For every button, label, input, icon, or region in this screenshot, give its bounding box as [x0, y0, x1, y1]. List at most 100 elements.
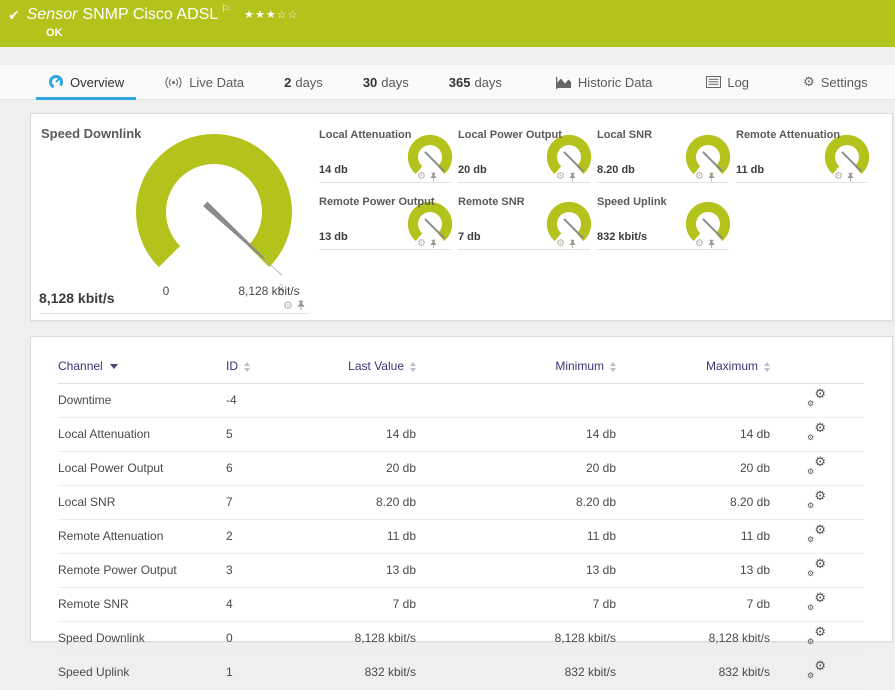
channel-gauge-title: Remote SNR — [458, 196, 525, 208]
divider — [458, 182, 590, 183]
tab-label: days — [474, 74, 502, 90]
mini-gauge-tile[interactable]: Local Attenuation 14 db ⚙ — [319, 125, 458, 191]
channel-gauge-title: Local Attenuation — [319, 129, 412, 141]
channel-id: 6 — [226, 451, 304, 486]
column-header-last-value[interactable]: Last Value — [304, 355, 416, 384]
channel-maximum: 832 kbit/s — [616, 655, 770, 690]
channel-gauge-value: 7 db — [458, 231, 481, 243]
channel-table: Channel ID Last Value Minimum Maximum Do… — [58, 355, 864, 690]
tab-historic-data[interactable]: Historic Data — [544, 65, 664, 99]
pin-icon[interactable] — [569, 172, 576, 182]
gear-icon[interactable]: ⚙ — [417, 172, 426, 182]
mini-gauge-tile[interactable]: Remote Power Output 13 db ⚙ — [319, 192, 458, 258]
table-row[interactable]: Downtime -4 ⚙ ⚙ — [58, 383, 864, 418]
edit-channel-icon[interactable]: ⚙ ⚙ — [807, 523, 826, 544]
tab-30-days[interactable]: 30 days — [351, 65, 421, 99]
mini-gauge-tile[interactable]: Local SNR 8.20 db ⚙ — [597, 125, 736, 191]
channel-gauge-value: 8.20 db — [597, 164, 635, 176]
main-gauge-title: Speed Downlink — [41, 126, 142, 141]
gauge-icon — [49, 75, 63, 89]
channel-maximum — [616, 383, 770, 418]
pin-icon[interactable] — [708, 172, 715, 182]
mini-gauge-tile[interactable]: Remote Attenuation 11 db ⚙ — [736, 125, 875, 191]
sort-icon — [410, 361, 416, 372]
edit-channel-icon[interactable]: ⚙ ⚙ — [807, 387, 826, 408]
gear-icon[interactable]: ⚙ — [283, 300, 293, 311]
table-row[interactable]: Local SNR 7 8.20 db 8.20 db 8.20 db ⚙ ⚙ — [58, 485, 864, 520]
pin-icon[interactable] — [430, 239, 437, 249]
table-row[interactable]: Remote Power Output 3 13 db 13 db 13 db … — [58, 553, 864, 588]
channel-minimum: 7 db — [416, 587, 616, 622]
channel-maximum: 11 db — [616, 519, 770, 554]
tab-log[interactable]: Log — [694, 65, 761, 99]
channel-gauge-value: 13 db — [319, 231, 348, 243]
main-gauge-tile[interactable]: Speed Downlink x̄ 0 8,128 kbit/s 8,128 k… — [31, 114, 319, 320]
gear-icon[interactable]: ⚙ — [556, 239, 565, 249]
edit-channel-icon[interactable]: ⚙ ⚙ — [807, 625, 826, 646]
tab-settings[interactable]: ⚙ Settings — [791, 65, 880, 99]
sensor-header: ✔ Sensor SNMP Cisco ADSL ⚐ ★★★☆☆ OK — [0, 0, 895, 47]
channel-id: 0 — [226, 621, 304, 656]
sort-desc-icon — [109, 364, 118, 370]
table-row[interactable]: Remote SNR 4 7 db 7 db 7 db ⚙ ⚙ — [58, 587, 864, 622]
channel-maximum: 8.20 db — [616, 485, 770, 520]
edit-channel-icon[interactable]: ⚙ ⚙ — [807, 421, 826, 442]
mini-gauge-tile[interactable]: Remote SNR 7 db ⚙ — [458, 192, 597, 258]
priority-stars[interactable]: ★★★☆☆ — [244, 8, 298, 21]
edit-channel-icon[interactable]: ⚙ ⚙ — [807, 591, 826, 612]
gear-icon[interactable]: ⚙ — [417, 239, 426, 249]
tab-label: days — [381, 74, 409, 90]
star-filled-icon: ★★★ — [244, 8, 277, 21]
channel-gauge-value: 20 db — [458, 164, 487, 176]
channel-name: Local SNR — [58, 485, 226, 520]
gauge-scale-min: 0 — [162, 284, 170, 298]
pin-icon[interactable] — [297, 300, 305, 311]
edit-channel-icon[interactable]: ⚙ ⚙ — [807, 455, 826, 476]
channel-name: Speed Uplink — [58, 655, 226, 690]
divider — [319, 182, 451, 183]
tab-2-days[interactable]: 2 days — [272, 65, 335, 99]
channel-last-value: 14 db — [304, 417, 416, 452]
gear-icon[interactable]: ⚙ — [556, 172, 565, 182]
gear-icon[interactable]: ⚙ — [834, 172, 843, 182]
pin-icon[interactable] — [708, 239, 715, 249]
pin-icon[interactable] — [847, 172, 854, 182]
column-header-filler — [832, 355, 864, 384]
tab-live-data[interactable]: Live Data — [152, 65, 256, 99]
flag-icon[interactable]: ⚐ — [221, 4, 230, 15]
sort-icon — [244, 361, 250, 372]
tab-label: Overview — [70, 74, 125, 90]
pin-icon[interactable] — [569, 239, 576, 249]
channel-maximum: 8,128 kbit/s — [616, 621, 770, 656]
gear-icon[interactable]: ⚙ — [695, 172, 704, 182]
gear-icon[interactable]: ⚙ — [695, 239, 704, 249]
column-header-id[interactable]: ID — [226, 355, 304, 384]
table-row[interactable]: Remote Attenuation 2 11 db 11 db 11 db ⚙… — [58, 519, 864, 554]
edit-channel-icon[interactable]: ⚙ ⚙ — [807, 659, 826, 680]
table-row[interactable]: Local Attenuation 5 14 db 14 db 14 db ⚙ ⚙ — [58, 417, 864, 452]
pin-icon[interactable] — [430, 172, 437, 182]
channel-id: 3 — [226, 553, 304, 588]
edit-channel-icon[interactable]: ⚙ ⚙ — [807, 557, 826, 578]
header-gap — [0, 47, 895, 65]
table-row[interactable]: Local Power Output 6 20 db 20 db 20 db ⚙… — [58, 451, 864, 486]
edit-channel-icon[interactable]: ⚙ ⚙ — [807, 489, 826, 510]
channel-gauge-title: Remote Power Output — [319, 196, 435, 208]
column-header-minimum[interactable]: Minimum — [416, 355, 616, 384]
channel-table-body: Downtime -4 ⚙ ⚙ Local Attenuation 5 14 db… — [58, 383, 864, 690]
tab-label: Historic Data — [577, 74, 653, 90]
table-row[interactable]: Speed Uplink 1 832 kbit/s 832 kbit/s 832… — [58, 655, 864, 690]
column-header-channel[interactable]: Channel — [58, 355, 226, 384]
tab-overview[interactable]: Overview — [36, 65, 137, 100]
divider — [39, 313, 309, 314]
mini-gauge-tile[interactable]: Local Power Output 20 db ⚙ — [458, 125, 597, 191]
sort-icon — [610, 361, 616, 372]
channel-name: Downtime — [58, 383, 226, 418]
tab-365-days[interactable]: 365 days — [437, 65, 514, 99]
channel-name: Local Power Output — [58, 451, 226, 486]
mini-gauge-tile[interactable]: Speed Uplink 832 kbit/s ⚙ — [597, 192, 736, 258]
column-header-maximum[interactable]: Maximum — [616, 355, 770, 384]
divider — [597, 182, 729, 183]
table-row[interactable]: Speed Downlink 0 8,128 kbit/s 8,128 kbit… — [58, 621, 864, 656]
divider — [736, 182, 868, 183]
